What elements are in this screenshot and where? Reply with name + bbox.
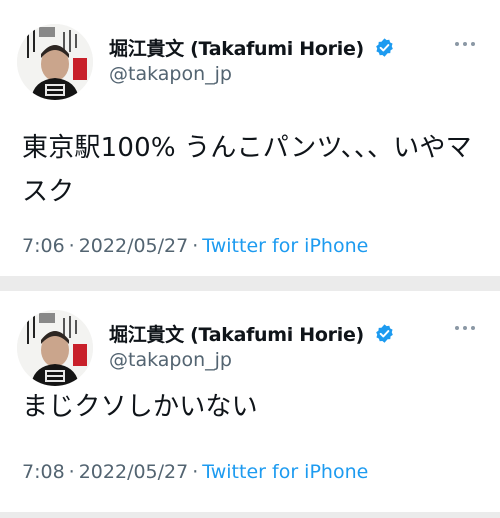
more-options-icon[interactable] xyxy=(450,34,480,54)
author-display-name[interactable]: 堀江貴文 (Takafumi Horie) xyxy=(109,38,364,60)
tweet-card[interactable]: 堀江貴文 (Takafumi Horie) @takapon_jp まじクソしか… xyxy=(0,291,500,512)
avatar-image xyxy=(17,24,93,100)
more-options-icon[interactable] xyxy=(450,318,480,338)
tweet-card[interactable]: 堀江貴文 (Takafumi Horie) @takapon_jp 東京駅100… xyxy=(0,0,500,276)
tweet-source-link[interactable]: Twitter for iPhone xyxy=(202,235,368,257)
author-handle[interactable]: @takapon_jp xyxy=(109,63,232,85)
verified-badge-icon xyxy=(376,324,393,343)
separator: · xyxy=(192,461,199,483)
tweet-meta: 7:08 · 2022/05/27 · Twitter for iPhone xyxy=(22,461,368,483)
tweet-date[interactable]: 2022/05/27 xyxy=(79,461,189,483)
separator: · xyxy=(192,235,199,257)
author-name-row[interactable]: 堀江貴文 (Takafumi Horie) xyxy=(109,320,395,346)
author-name-row[interactable]: 堀江貴文 (Takafumi Horie) xyxy=(109,34,395,60)
avatar[interactable] xyxy=(17,24,93,100)
tweet-date[interactable]: 2022/05/27 xyxy=(79,235,189,257)
author-display-name[interactable]: 堀江貴文 (Takafumi Horie) xyxy=(109,324,364,346)
tweet-meta: 7:06 · 2022/05/27 · Twitter for iPhone xyxy=(22,235,368,257)
avatar-image xyxy=(17,310,93,386)
tweet-text: 東京駅100% うんこパンツ、、、いやマスク xyxy=(22,133,472,207)
tweet-text: まじクソしかいない xyxy=(22,392,258,422)
avatar[interactable] xyxy=(17,310,93,386)
tweet-time[interactable]: 7:06 xyxy=(22,235,65,257)
tweet-source-link[interactable]: Twitter for iPhone xyxy=(202,461,368,483)
author-handle[interactable]: @takapon_jp xyxy=(109,349,232,371)
tweet-time[interactable]: 7:08 xyxy=(22,461,65,483)
separator: · xyxy=(68,235,75,257)
separator: · xyxy=(68,461,75,483)
verified-badge-icon xyxy=(376,38,393,57)
